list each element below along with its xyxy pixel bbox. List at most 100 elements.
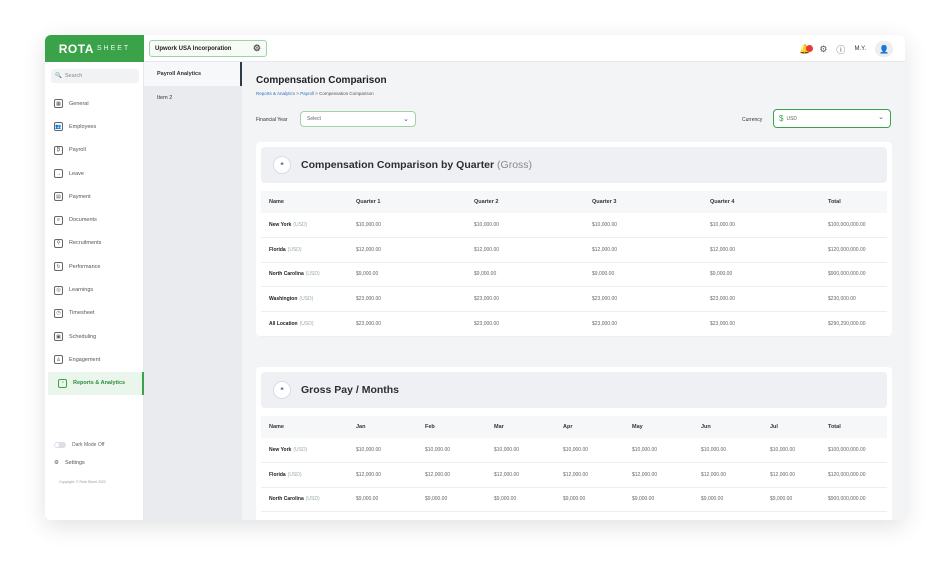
sidebar-item-engagement[interactable]: ♙ Engagement xyxy=(45,348,144,371)
month-table: Name Jan Feb Mar Apr May Jun Jul Total New York (U… xyxy=(261,416,887,520)
value-cell: $100,000,000.00 xyxy=(828,446,866,453)
sidebar-item-timesheet[interactable]: ◷ Timesheet xyxy=(45,302,144,325)
dark-mode-label: Dark Mode Off xyxy=(72,442,105,448)
quarter-table: Name Quarter 1 Quarter 2 Quarter 3 Quarter 4… xyxy=(261,191,887,337)
value-cell: $9,000.00 xyxy=(770,496,793,503)
table-row: Florida (USD) $12,000.00 $12,000.00 $12,000.… xyxy=(261,238,887,263)
column-header[interactable]: May xyxy=(632,416,643,438)
table-row: New York (USD) $10,000.00 $10,000.00 $10,000… xyxy=(261,438,887,463)
sidebar-item-label: General xyxy=(69,100,89,107)
column-header[interactable]: Quarter 1 xyxy=(356,191,380,213)
column-header[interactable]: Total xyxy=(828,416,841,438)
employees-icon: 👥 xyxy=(54,122,63,132)
column-header[interactable]: Jul xyxy=(770,416,778,438)
value-cell: $12,000.00 xyxy=(563,471,589,478)
sidebar-item-employees[interactable]: 👥 Employees xyxy=(45,115,144,138)
sidebar-item-label: Learnings xyxy=(69,287,94,294)
subnav-item-2[interactable]: Item 2 xyxy=(144,86,242,110)
table-row: North Carolina (USD) $9,000.00 $9,000.00 $9,… xyxy=(261,488,887,513)
column-header[interactable]: Jan xyxy=(356,416,365,438)
sidebar-item-general[interactable]: ▦ General xyxy=(45,92,144,115)
value-cell: $12,000.00 xyxy=(356,246,382,253)
value-cell: $23,000.00 xyxy=(710,296,736,303)
table-header-row: Name Quarter 1 Quarter 2 Quarter 3 Quarter 4… xyxy=(261,191,887,213)
logo[interactable]: ROTA SHEET xyxy=(45,35,144,62)
avatar[interactable]: 👤 xyxy=(875,41,893,57)
location-name: Florida xyxy=(269,471,286,478)
column-header[interactable]: Apr xyxy=(563,416,572,438)
sidebar-item-leave[interactable]: → Leave xyxy=(45,162,144,185)
value-cell: $23,000.00 xyxy=(563,512,588,520)
search-input[interactable]: 🔍 Search xyxy=(51,69,139,83)
table-row: Washington(USD) $23,000.00 $23,000.00 $23,0… xyxy=(261,287,887,313)
value-cell: $230,000.00 xyxy=(828,512,856,520)
sidebar-item-label: Payroll xyxy=(69,147,86,154)
column-header[interactable]: Name xyxy=(269,416,284,438)
copyright: Copyright. © Rota Sheet 2022 xyxy=(59,480,106,484)
value-cell: $23,000.00 xyxy=(592,296,618,303)
toggle-switch[interactable] xyxy=(54,442,66,448)
monthly-gross-pay-card: ❝ Gross Pay / Months Name Jan Feb Mar Apr May… xyxy=(256,367,892,520)
value-cell: $9,000.00 xyxy=(592,271,615,278)
company-selector[interactable]: Upwork USA Incorporation ⚙ xyxy=(149,40,267,57)
value-cell: $9,000.00 xyxy=(425,496,448,503)
quote-icon: ❝ xyxy=(273,381,291,399)
card-title-text: Compensation Comparison by Quarter xyxy=(301,159,495,171)
currency-value: USD xyxy=(786,115,798,122)
sidebar-item-learnings[interactable]: ◎ Learnings xyxy=(45,278,144,301)
currency-unit: (USD) xyxy=(305,496,320,503)
recruitments-icon: ⚲ xyxy=(54,238,63,248)
performance-icon: ↻ xyxy=(54,262,63,272)
column-header[interactable]: Quarter 2 xyxy=(474,191,498,213)
column-header[interactable]: Total xyxy=(828,191,841,213)
learnings-icon: ◎ xyxy=(54,285,63,295)
value-cell: $12,000.00 xyxy=(770,471,796,478)
sidebar-item-documents[interactable]: ≡ Documents xyxy=(45,208,144,231)
payment-icon: ▤ xyxy=(54,192,63,202)
value-cell: $10,000.00 xyxy=(356,221,382,228)
financial-year-select[interactable]: Select ⌄ xyxy=(300,111,416,127)
sidebar-item-performance[interactable]: ↻ Performance xyxy=(45,255,144,278)
subnav-item-payroll-analytics[interactable]: Payroll Analytics xyxy=(144,62,242,86)
value-cell: $12,000.00 xyxy=(710,246,736,253)
sidebar-item-label: Engagement xyxy=(69,356,101,363)
sidebar-item-label: Recruitments xyxy=(69,240,102,247)
column-header[interactable]: Quarter 3 xyxy=(592,191,616,213)
dark-mode-toggle[interactable]: Dark Mode Off xyxy=(54,442,104,448)
value-cell: $10,000.00 xyxy=(701,446,727,453)
row-name-cell: All Location (USD) xyxy=(269,312,314,336)
sidebar-item-payment[interactable]: ▤ Payment xyxy=(45,185,144,208)
user-initials[interactable]: M.Y. xyxy=(854,46,866,52)
column-header[interactable]: Feb xyxy=(425,416,435,438)
help-icon[interactable]: ⓘ xyxy=(836,43,845,56)
gear-icon[interactable]: ⚙ xyxy=(253,43,261,54)
sidebar-item-settings[interactable]: ⚙ Settings xyxy=(54,460,85,466)
location-name: All Location xyxy=(269,321,298,328)
breadcrumb-payroll[interactable]: Payroll xyxy=(300,91,314,96)
row-name-cell: Washington(USD) xyxy=(269,287,313,311)
column-header[interactable]: Mar xyxy=(494,416,504,438)
value-cell: $900,000,000.00 xyxy=(828,496,866,503)
column-header[interactable]: Name xyxy=(269,191,284,213)
leave-icon: → xyxy=(54,169,63,179)
currency-unit: (USD) xyxy=(299,296,314,303)
notification-bell-icon[interactable]: 🔔 xyxy=(799,44,814,55)
top-bar-actions: 🔔 ⚙ ⓘ M.Y. 👤 xyxy=(799,41,893,57)
location-name: New York xyxy=(269,446,292,453)
column-header[interactable]: Jun xyxy=(701,416,711,438)
main-content: Compensation Comparison Reports & Analyt… xyxy=(242,62,905,520)
sidebar-item-reports-analytics[interactable]: ◔ Reports & Analytics xyxy=(48,371,144,395)
reports-icon: ◔ xyxy=(58,378,67,388)
value-cell: $10,000.00 xyxy=(474,221,500,228)
sidebar-item-recruitments[interactable]: ⚲ Recruitments xyxy=(45,232,144,255)
location-name: Florida xyxy=(269,246,286,253)
sidebar-item-payroll[interactable]: ₿ Payroll xyxy=(45,139,144,162)
value-cell: $10,000.00 xyxy=(770,446,796,453)
sidebar-item-scheduling[interactable]: ▣ Scheduling xyxy=(45,325,144,348)
value-cell: $23,000.00 xyxy=(474,321,500,328)
financial-year-label: Financial Year xyxy=(256,117,288,123)
settings-gear-icon[interactable]: ⚙ xyxy=(819,44,827,55)
column-header[interactable]: Quarter 4 xyxy=(710,191,734,213)
currency-select[interactable]: $ USD ⌄ xyxy=(773,109,891,128)
breadcrumb-reports[interactable]: Reports & Analytics xyxy=(256,91,295,96)
